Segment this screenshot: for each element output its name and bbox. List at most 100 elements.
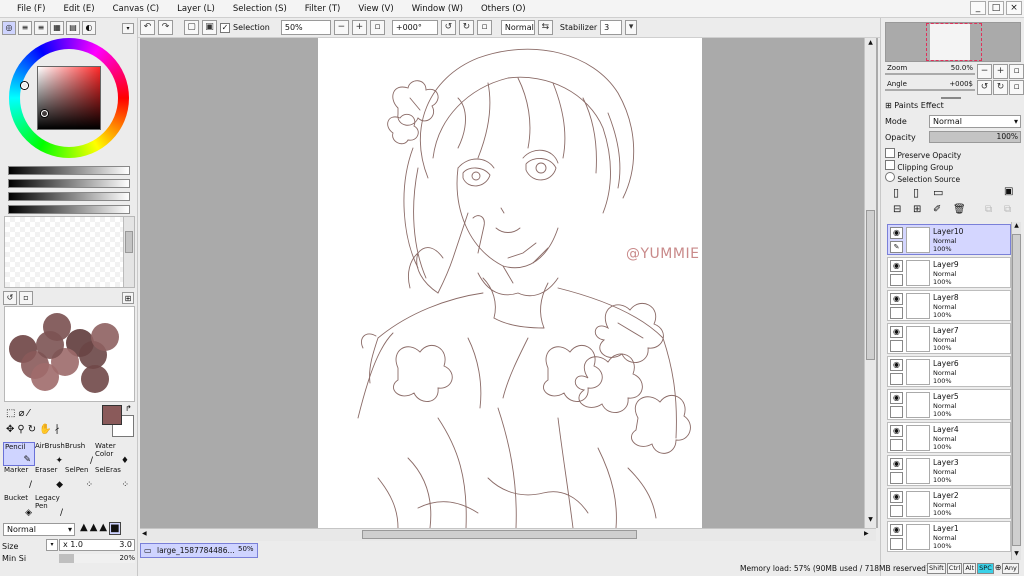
visibility-eye-icon[interactable]: ◉ xyxy=(890,491,903,503)
swap-colors-icon[interactable]: ↱ xyxy=(125,404,132,413)
navigator-preview[interactable] xyxy=(885,22,1021,62)
saturation-value-square[interactable] xyxy=(37,66,101,130)
scratchpad[interactable] xyxy=(4,306,135,402)
new-linework-layer-icon[interactable]: ▯ xyxy=(913,186,919,199)
zoom-reset-icon[interactable]: ▫ xyxy=(369,20,385,35)
canvas-paper[interactable]: @YUMMIE xyxy=(318,38,702,528)
shape-round-icon[interactable]: ▲ xyxy=(90,522,98,535)
hand-icon[interactable]: ✋ xyxy=(39,424,51,435)
lock-icon[interactable] xyxy=(890,340,903,352)
nav-zoom-reset-icon[interactable]: ▫ xyxy=(1009,64,1024,79)
nav-rotate-right-icon[interactable]: ↻ xyxy=(993,80,1008,95)
zoom-icon[interactable]: ⚲ xyxy=(17,424,24,435)
scratchpad-tab-icon[interactable]: ▤ xyxy=(66,21,80,35)
slider-2[interactable] xyxy=(8,179,130,188)
rotate-left-icon[interactable]: ↺ xyxy=(440,20,456,35)
color-wheel-tab-icon[interactable]: ◎ xyxy=(2,21,16,35)
nav-zoom-out-icon[interactable]: − xyxy=(977,64,992,79)
delete-layer-icon[interactable]: 🗑 xyxy=(953,204,966,215)
panel-menu-icon[interactable]: ▾ xyxy=(122,23,134,34)
swatches-tab-icon[interactable]: ▦ xyxy=(50,21,64,35)
zoom-out-icon[interactable]: − xyxy=(333,20,349,35)
tool-brush[interactable]: Brush ∕ xyxy=(64,442,96,466)
tool-selpen[interactable]: SelPen ⁘ xyxy=(64,466,96,490)
menu-others[interactable]: Others (O) xyxy=(472,4,535,14)
size-field[interactable]: x 1.0 3.0 xyxy=(59,539,135,551)
layer-row[interactable]: ◉ Layer8 Normal 100% xyxy=(887,290,1011,321)
vertical-scrollbar[interactable]: ▲ ▼ xyxy=(864,38,876,528)
lock-icon[interactable] xyxy=(890,307,903,319)
brush-mode-select[interactable]: Normal ▾ xyxy=(3,523,75,536)
layer-row[interactable]: ◉ Layer1 Normal 100% xyxy=(887,521,1011,552)
selection-checkbox[interactable]: ✓ xyxy=(220,22,230,33)
undo-icon[interactable]: ↶ xyxy=(140,20,155,35)
stabilizer-value[interactable]: 3 xyxy=(600,20,623,35)
menu-layer[interactable]: Layer (L) xyxy=(168,4,224,14)
lock-icon[interactable] xyxy=(890,538,903,550)
swatch-scrollbar[interactable] xyxy=(123,217,134,287)
rotate-reset-icon[interactable]: ▫ xyxy=(476,20,492,35)
scroll-down-icon[interactable]: ▼ xyxy=(866,516,875,525)
deselect-icon[interactable]: ▢ xyxy=(184,20,199,35)
zoom-dropdown[interactable]: 50% xyxy=(280,20,331,35)
invert-selection-icon[interactable]: ▣ xyxy=(202,20,217,35)
selection-source-row[interactable]: Selection Source xyxy=(885,172,960,184)
navigator-viewport[interactable] xyxy=(926,23,982,61)
menu-window[interactable]: Window (W) xyxy=(403,4,472,14)
scroll-up-icon[interactable]: ▲ xyxy=(866,39,875,48)
clear-layer-icon[interactable]: ✐ xyxy=(933,204,941,215)
paste-layer-icon[interactable]: ⧉ xyxy=(1004,204,1011,215)
layer-row[interactable]: ◉ Layer7 Normal 100% xyxy=(887,323,1011,354)
tool-seleras[interactable]: SelEras ⁘ xyxy=(94,466,132,490)
paints-effect-toggle[interactable]: ⊞ Paints Effect xyxy=(885,101,944,110)
preserve-opacity-row[interactable]: Preserve Opacity xyxy=(885,148,961,160)
clipping-group-checkbox[interactable] xyxy=(885,160,895,170)
new-layer-icon[interactable]: ▯ xyxy=(893,186,899,199)
layer-row[interactable]: ◉ Layer3 Normal 100% xyxy=(887,455,1011,486)
foreground-color-swatch[interactable] xyxy=(102,405,122,425)
lock-icon[interactable] xyxy=(890,373,903,385)
layer-row[interactable]: ◉ Layer9 Normal 100% xyxy=(887,257,1011,288)
visibility-eye-icon[interactable]: ◉ xyxy=(890,326,903,338)
eyedropper-icon[interactable]: ∤ xyxy=(55,424,60,435)
visibility-eye-icon[interactable]: ◉ xyxy=(890,524,903,536)
rotate-icon[interactable]: ↻ xyxy=(28,424,36,435)
rotate-right-icon[interactable]: ↻ xyxy=(458,20,474,35)
menu-selection[interactable]: Selection (S) xyxy=(224,4,296,14)
nav-zoom-slider[interactable] xyxy=(885,73,975,75)
redo-icon[interactable]: ↷ xyxy=(158,20,173,35)
layer-panel-menu-icon[interactable]: ▣ xyxy=(1004,186,1013,197)
move-icon[interactable]: ✥ xyxy=(6,424,14,435)
rect-select-icon[interactable]: ⬚ xyxy=(6,408,15,419)
menu-file[interactable]: File (F) xyxy=(8,4,54,14)
menu-filter[interactable]: Filter (T) xyxy=(296,4,350,14)
scratchpad-clear-icon[interactable]: ↺ xyxy=(3,291,17,305)
lock-icon[interactable] xyxy=(890,472,903,484)
vertical-scroll-thumb[interactable] xyxy=(866,210,875,360)
slider-1[interactable] xyxy=(8,166,130,175)
slider-3[interactable] xyxy=(8,192,130,201)
horizontal-scroll-thumb[interactable] xyxy=(362,530,637,539)
hue-marker[interactable] xyxy=(21,82,28,89)
tool-watercolor[interactable]: Water Color ♦ xyxy=(94,442,132,466)
blend-mode-dropdown[interactable]: Normal xyxy=(500,20,535,35)
edit-pencil-icon[interactable]: ✎ xyxy=(890,241,903,253)
nav-rotate-reset-icon[interactable]: ▫ xyxy=(1009,80,1024,95)
visibility-eye-icon[interactable]: ◉ xyxy=(890,392,903,404)
horizontal-scrollbar[interactable]: ◀ ▶ xyxy=(140,528,876,541)
new-folder-icon[interactable]: ▭ xyxy=(933,186,943,199)
nav-angle-slider[interactable] xyxy=(885,89,975,91)
minimize-button[interactable]: _ xyxy=(970,1,986,15)
layer-row[interactable]: ◉ Layer6 Normal 100% xyxy=(887,356,1011,387)
scratchpad-pick-icon[interactable]: ▫ xyxy=(19,291,33,305)
layer-row[interactable]: ◉ Layer5 Normal 100% xyxy=(887,389,1011,420)
shape-square-icon[interactable]: ■ xyxy=(109,522,121,535)
layer-row[interactable]: ◉ ✎ Layer10 Normal 100% xyxy=(887,224,1011,255)
menu-view[interactable]: View (V) xyxy=(349,4,402,14)
lasso-icon[interactable]: ⌀ xyxy=(18,408,24,419)
magic-wand-icon[interactable]: ⁄ xyxy=(27,408,29,419)
preserve-opacity-checkbox[interactable] xyxy=(885,148,895,158)
tool-pencil[interactable]: Pencil ✎ xyxy=(3,442,35,466)
visibility-eye-icon[interactable]: ◉ xyxy=(890,458,903,470)
layer-mode-dropdown[interactable]: Normal ▾ xyxy=(929,115,1021,128)
